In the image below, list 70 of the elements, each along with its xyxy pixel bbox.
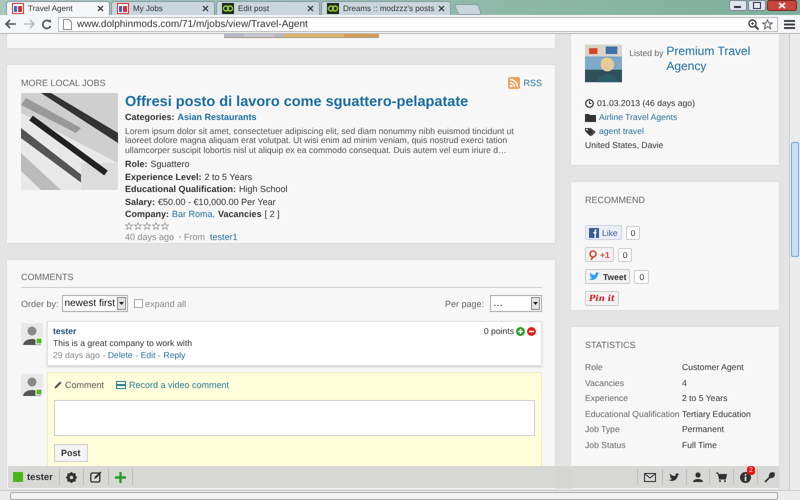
- category-link[interactable]: Airline Travel Agents: [599, 110, 678, 124]
- job-title-link[interactable]: Offresi posto di lavoro come sguattero-pelapatate: [125, 93, 542, 111]
- stat-label: Job Status: [585, 440, 627, 450]
- stat-label: Experience: [585, 393, 629, 403]
- stat-label: Vacancies: [585, 378, 626, 388]
- stat-value: Full Time: [682, 440, 718, 450]
- from-label: From: [179, 230, 206, 243]
- age-text: 29 days ago: [53, 349, 100, 361]
- field-value: 2 to 5 Years: [204, 170, 252, 183]
- listed-by-label: Listed by: [629, 47, 664, 60]
- field-label: Categories:: [125, 111, 175, 124]
- field-value: [ 2 ]: [264, 208, 280, 220]
- comment-action-link[interactable]: Edit: [136, 349, 156, 361]
- checkbox-label: expand all: [145, 298, 186, 308]
- author-link[interactable]: tester1: [210, 230, 238, 243]
- section-title: STATISTICS: [585, 340, 637, 350]
- job-description: Lorem ipsum dolor sit amet, consectetuer adipiscing elit, sed diam nonummy nibh euismod tincidunt ut laoreet dolore magna aliquam erat volutpat. Ut wisi enim ad minim veniam, quis nostrud exerci tation ullamcorper suscipit lobortis nisl ut aliquip ex ea commodo consequat. Duis autem vel eum iriure d…: [125, 126, 515, 155]
- order-label: Order by:: [21, 298, 59, 308]
- field-label: Salary:: [125, 196, 156, 208]
- stat-value: 4: [682, 378, 688, 388]
- stat-value: Permanent: [682, 424, 726, 434]
- stat-label: Job Type: [585, 424, 621, 434]
- field-label: Experience Level:: [125, 170, 202, 183]
- share-count: 0: [618, 248, 632, 262]
- company-link[interactable]: Bar Roma,: [172, 208, 216, 220]
- section-title: COMMENTS: [21, 272, 542, 288]
- tweet-button[interactable]: Tweet: [585, 269, 630, 284]
- author-link[interactable]: tester: [53, 326, 76, 336]
- section-title: MORE LOCAL JOBS: [21, 78, 106, 88]
- agency-link[interactable]: Premium Travel Agency: [666, 44, 765, 74]
- post-button[interactable]: Post: [54, 444, 88, 462]
- stat-value: Tertiary Education: [682, 408, 752, 418]
- comment-type-tab[interactable]: Record a video comment: [116, 380, 230, 390]
- field-label: Role:: [125, 158, 148, 170]
- browser-tab[interactable]: Edit post: [216, 1, 320, 15]
- browser-tab[interactable]: Dreams :: modzzz's posts: [321, 1, 452, 15]
- comment-action-link[interactable]: Delete: [102, 349, 133, 361]
- rss-link[interactable]: RSS: [508, 77, 542, 89]
- comment-text: This is a great company to work with: [53, 337, 193, 349]
- location-text: United States, Davie: [585, 139, 664, 152]
- plus-one-button[interactable]: +1: [585, 247, 614, 262]
- address-field[interactable]: www.dolphinmods.com/71/m/jobs/view/Travel-Agent: [58, 16, 778, 32]
- points-text: 0 points: [484, 325, 514, 337]
- field-value: €50.00 - €10,000.00 Per Year: [158, 196, 276, 208]
- category-link[interactable]: Asian Restaurants: [178, 111, 257, 124]
- age-text: 40 days ago: [125, 230, 174, 243]
- field-label: Vacancies: [218, 208, 262, 220]
- tag-link[interactable]: agent travel: [599, 124, 644, 138]
- browser-tab[interactable]: Travel Agent: [6, 1, 110, 15]
- pin-it-button[interactable]: Pin it: [585, 291, 619, 306]
- field-label: Educational Qualification:: [125, 183, 236, 196]
- field-value: Sguattero: [150, 158, 190, 170]
- stat-value: 2 to 5 Years: [682, 393, 728, 403]
- comment-action-link[interactable]: Reply: [158, 349, 186, 361]
- section-title: RECOMMEND: [585, 195, 646, 205]
- field-label: Company:: [125, 208, 170, 220]
- share-count: 0: [626, 226, 640, 240]
- browser-tab[interactable]: My Jobs: [111, 1, 215, 15]
- date-text: 01.03.2013 (46 days ago): [597, 97, 695, 110]
- order-select[interactable]: newest first: [62, 295, 128, 312]
- field-value: High School: [239, 183, 288, 196]
- stat-value: Customer Agent: [682, 362, 745, 372]
- per-page-select[interactable]: …: [490, 295, 542, 312]
- per-page-label: Per page:: [444, 298, 484, 308]
- user-menu-button[interactable]: tester: [13, 472, 53, 482]
- comment-type-tab[interactable]: Comment: [54, 380, 104, 390]
- like-button[interactable]: Like: [585, 225, 622, 240]
- share-count: 0: [634, 270, 650, 284]
- stat-label: Role: [585, 362, 604, 372]
- stat-label: Educational Qualification: [585, 408, 681, 418]
